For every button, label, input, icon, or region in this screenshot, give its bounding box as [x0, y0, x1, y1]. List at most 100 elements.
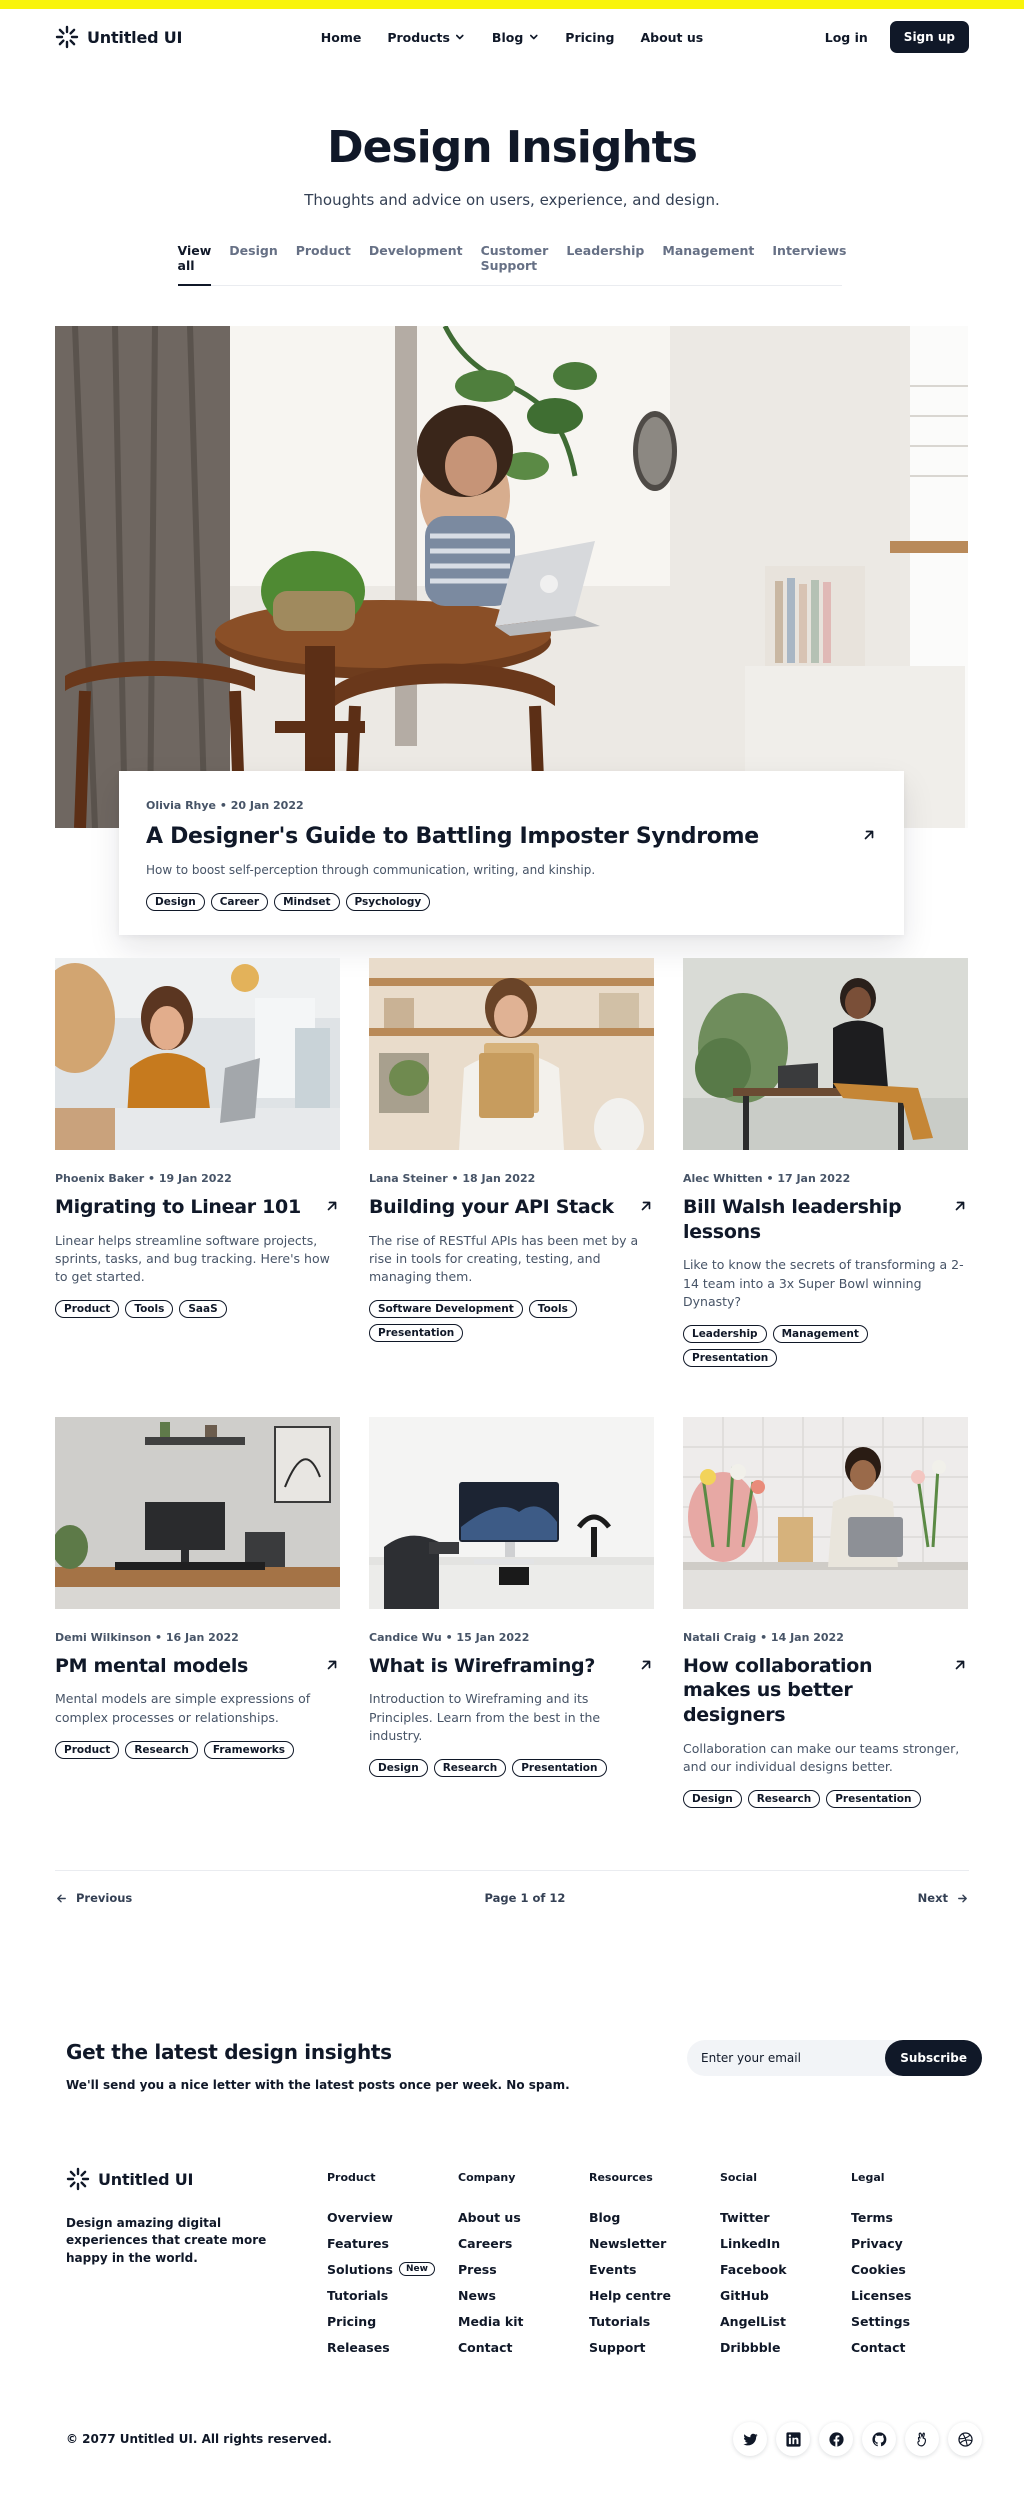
tag[interactable]: Tools	[528, 1300, 577, 1319]
facebook-link[interactable]	[819, 2422, 853, 2457]
tag[interactable]: Psychology	[345, 893, 431, 911]
arrow-up-right-icon[interactable]	[324, 1198, 340, 1214]
arrow-up-right-icon[interactable]	[638, 1198, 654, 1214]
tag[interactable]: Management	[772, 1324, 868, 1343]
post-title[interactable]: Migrating to Linear 101	[55, 1195, 301, 1220]
post-image[interactable]	[683, 1416, 968, 1609]
email-input[interactable]	[687, 2051, 886, 2066]
tag[interactable]: Research	[125, 1740, 198, 1759]
post-title[interactable]: PM mental models	[55, 1654, 248, 1679]
footer-link[interactable]: Blog	[589, 2204, 720, 2230]
signup-button[interactable]: Sign up	[889, 21, 969, 53]
tag[interactable]: Frameworks	[203, 1740, 295, 1759]
footer-link[interactable]: Tutorials	[327, 2282, 458, 2308]
footer-link[interactable]: AngelList	[720, 2308, 851, 2334]
previous-button[interactable]: Previous	[55, 1891, 132, 1905]
tag[interactable]: Tools	[125, 1300, 174, 1319]
github-link[interactable]	[862, 2422, 896, 2457]
angellist-link[interactable]	[905, 2422, 939, 2457]
tag[interactable]: Research	[433, 1758, 507, 1777]
featured-post-image[interactable]	[55, 326, 968, 828]
arrow-up-right-icon[interactable]	[952, 1198, 968, 1214]
post-card[interactable]: Lana Steiner • 18 Jan 2022 Building your…	[369, 958, 654, 1367]
tag[interactable]: Design	[683, 1790, 742, 1809]
post-image[interactable]	[55, 958, 340, 1150]
footer-link[interactable]: Support	[589, 2334, 720, 2360]
arrow-up-right-icon[interactable]	[324, 1657, 340, 1673]
tab-interviews[interactable]: Interviews	[772, 238, 846, 285]
post-card[interactable]: Alec Whitten • 17 Jan 2022 Bill Walsh le…	[683, 958, 968, 1367]
footer-link[interactable]: Press	[458, 2256, 589, 2282]
post-title[interactable]: How collaboration makes us better design…	[683, 1654, 944, 1728]
dribbble-link[interactable]	[948, 2422, 982, 2457]
footer-link[interactable]: Dribbble	[720, 2334, 851, 2360]
footer-link[interactable]: Media kit	[458, 2308, 589, 2334]
post-card[interactable]: Natali Craig • 14 Jan 2022 How collabora…	[683, 1416, 968, 1809]
footer-link[interactable]: Twitter	[720, 2204, 851, 2230]
post-card[interactable]: Candice Wu • 15 Jan 2022 What is Wirefra…	[369, 1416, 654, 1808]
tag[interactable]: Product	[55, 1300, 120, 1319]
tag[interactable]: SaaS	[179, 1300, 227, 1319]
tag[interactable]: Presentation	[369, 1324, 464, 1343]
twitter-link[interactable]	[733, 2422, 767, 2457]
footer-link[interactable]: Features	[327, 2230, 458, 2256]
linkedin-link[interactable]	[776, 2422, 810, 2457]
tag[interactable]: Research	[747, 1790, 821, 1809]
nav-about[interactable]: About us	[640, 30, 703, 45]
tag[interactable]: Presentation	[826, 1790, 921, 1809]
tag[interactable]: Career	[210, 893, 269, 911]
footer-link[interactable]: Settings	[851, 2308, 982, 2334]
tab-design[interactable]: Design	[229, 238, 277, 285]
featured-post-title[interactable]: A Designer's Guide to Battling Imposter …	[146, 824, 759, 849]
post-image[interactable]	[369, 1416, 654, 1609]
next-button[interactable]: Next	[918, 1891, 969, 1905]
post-image[interactable]	[683, 958, 968, 1150]
footer-link[interactable]: Tutorials	[589, 2308, 720, 2334]
tag[interactable]: Leadership	[683, 1324, 767, 1343]
footer-link[interactable]: Licenses	[851, 2282, 982, 2308]
nav-home[interactable]: Home	[321, 30, 362, 45]
tag[interactable]: Mindset	[274, 893, 340, 911]
post-title[interactable]: Building your API Stack	[369, 1195, 614, 1220]
tab-leadership[interactable]: Leadership	[566, 238, 644, 285]
arrow-up-right-icon[interactable]	[952, 1657, 968, 1673]
footer-link[interactable]: Solutions New	[327, 2256, 458, 2282]
footer-link[interactable]: Contact	[851, 2334, 982, 2360]
subscribe-button[interactable]: Subscribe	[885, 2040, 982, 2077]
footer-link[interactable]: Terms	[851, 2204, 982, 2230]
footer-link[interactable]: Releases	[327, 2334, 458, 2360]
footer-link[interactable]: Overview	[327, 2204, 458, 2230]
tab-development[interactable]: Development	[369, 238, 463, 285]
post-title[interactable]: What is Wireframing?	[369, 1654, 595, 1679]
footer-link[interactable]: Newsletter	[589, 2230, 720, 2256]
footer-link[interactable]: Pricing	[327, 2308, 458, 2334]
footer-link[interactable]: GitHub	[720, 2282, 851, 2308]
post-card[interactable]: Phoenix Baker • 19 Jan 2022 Migrating to…	[55, 958, 340, 1367]
tab-view-all[interactable]: View all	[177, 238, 211, 286]
post-image[interactable]	[369, 958, 654, 1150]
featured-post-card[interactable]: Olivia Rhye • 20 Jan 2022 A Designer's G…	[119, 771, 904, 935]
tab-product[interactable]: Product	[296, 238, 351, 285]
footer-link[interactable]: Privacy	[851, 2230, 982, 2256]
tab-customer-support[interactable]: Customer Support	[481, 238, 549, 285]
footer-link[interactable]: About us	[458, 2204, 589, 2230]
tag[interactable]: Design	[369, 1758, 428, 1777]
login-link[interactable]: Log in	[825, 30, 868, 45]
footer-link[interactable]: Help centre	[589, 2282, 720, 2308]
nav-products[interactable]: Products	[387, 30, 466, 45]
footer-link[interactable]: Cookies	[851, 2256, 982, 2282]
nav-pricing[interactable]: Pricing	[565, 30, 614, 45]
tag[interactable]: Product	[55, 1740, 120, 1759]
post-card[interactable]: Demi Wilkinson • 16 Jan 2022 PM mental m…	[55, 1416, 340, 1808]
arrow-up-right-icon[interactable]	[861, 827, 877, 843]
footer-link[interactable]: LinkedIn	[720, 2230, 851, 2256]
footer-link[interactable]: Facebook	[720, 2256, 851, 2282]
footer-link[interactable]: Careers	[458, 2230, 589, 2256]
tag[interactable]: Design	[146, 893, 205, 911]
brand-logo[interactable]: Untitled UI	[55, 25, 182, 49]
footer-logo[interactable]: Untitled UI	[66, 2167, 327, 2191]
tab-management[interactable]: Management	[662, 238, 754, 285]
arrow-up-right-icon[interactable]	[638, 1657, 654, 1673]
post-image[interactable]	[55, 1416, 340, 1609]
footer-link[interactable]: Contact	[458, 2334, 589, 2360]
